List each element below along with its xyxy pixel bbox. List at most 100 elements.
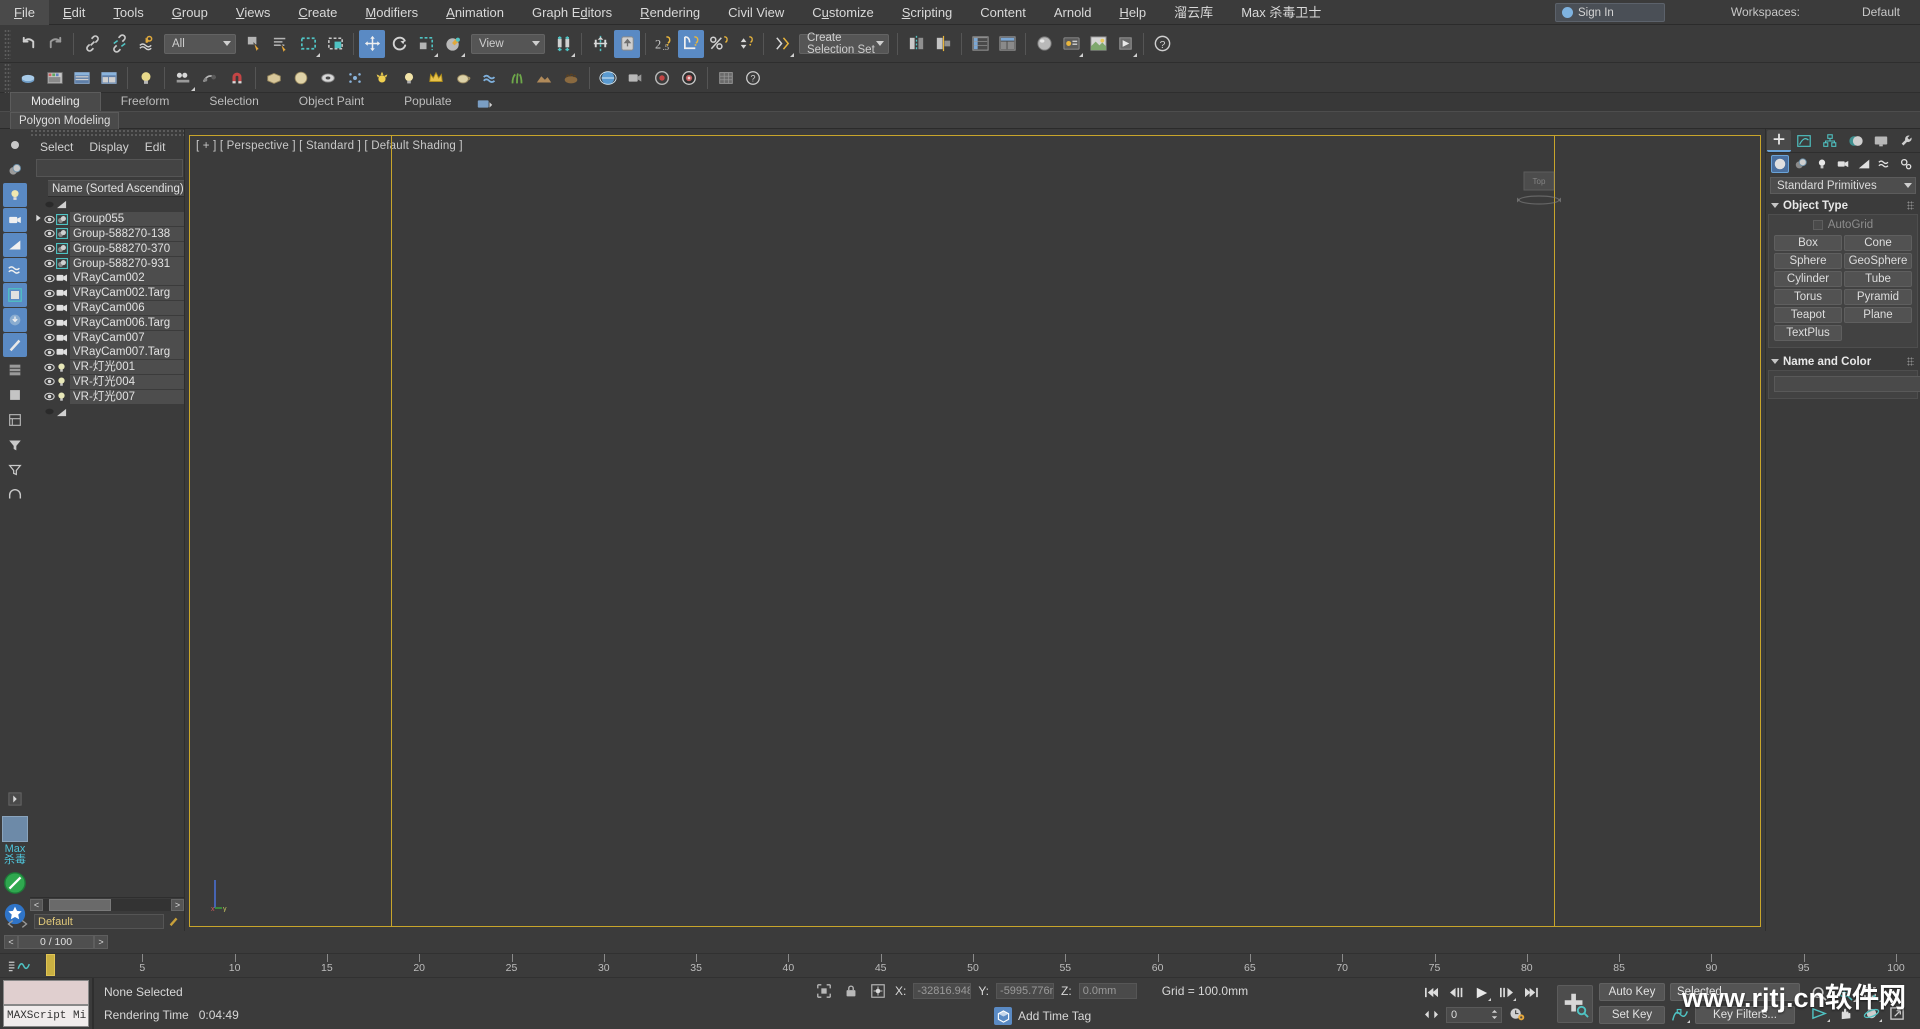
zoom-extents-icon[interactable] <box>15 64 41 92</box>
filter-cameras-icon[interactable] <box>3 208 27 232</box>
menu-animation[interactable]: Animation <box>432 0 518 25</box>
sign-in-button[interactable]: Sign In <box>1555 3 1665 22</box>
workspaces-value[interactable]: Default <box>1862 0 1900 25</box>
explorer-row[interactable]: VR-灯光004 <box>30 374 184 390</box>
teapot-icon[interactable] <box>450 64 476 92</box>
category-geometry-icon[interactable] <box>1770 155 1789 173</box>
explorer-horizontal-scrollbar[interactable]: < > <box>30 897 184 911</box>
redo-icon[interactable] <box>42 30 68 58</box>
snapshot-icon[interactable] <box>170 64 196 92</box>
primitive-pyramid-button[interactable]: Pyramid <box>1844 289 1912 305</box>
fur-icon[interactable] <box>558 64 584 92</box>
explorer-row-name[interactable]: Group-588270-931 <box>70 256 184 271</box>
explorer-row[interactable]: VR-灯光007 <box>30 389 184 404</box>
menu-civil-view[interactable]: Civil View <box>714 0 798 25</box>
explorer-menu-display[interactable]: Display <box>89 140 128 154</box>
ribbon-tab-object-paint[interactable]: Object Paint <box>279 93 384 111</box>
toggle-scene-explorer-icon[interactable]: 2.5 <box>651 30 677 58</box>
align-tool-icon[interactable] <box>930 30 956 58</box>
filter-funnel-icon[interactable] <box>3 458 27 482</box>
explorer-row[interactable]: VRayCam006 <box>30 300 184 316</box>
visibility-eye-icon[interactable] <box>43 407 55 416</box>
antivirus-shield-green-icon[interactable] <box>1 869 29 897</box>
explorer-row-name[interactable]: VRayCam007 <box>70 330 184 345</box>
explorer-grip[interactable] <box>30 129 184 137</box>
create-selection-set-combo[interactable]: Create Selection Set <box>799 32 889 56</box>
go-to-start-icon[interactable] <box>1421 985 1441 1001</box>
primitive-sphere-button[interactable]: Sphere <box>1774 253 1842 269</box>
explorer-row[interactable]: VRayCam002 <box>30 271 184 286</box>
play-animation-icon[interactable] <box>1471 985 1491 1001</box>
terrain-icon[interactable] <box>531 64 557 92</box>
toggle-layer-explorer-icon[interactable] <box>678 29 704 58</box>
omni-light-icon[interactable] <box>396 64 422 92</box>
filter-bones-icon[interactable] <box>3 333 27 357</box>
drag-dots-icon[interactable] <box>1907 201 1914 210</box>
object-type-header[interactable]: Object Type <box>1768 197 1918 214</box>
explorer-row[interactable] <box>30 197 184 212</box>
sphere-primitive-icon[interactable] <box>288 64 314 92</box>
explorer-row-name[interactable]: VRayCam006.Targ <box>70 315 184 330</box>
display-mode-icon[interactable] <box>3 358 27 382</box>
x-coordinate-field[interactable]: -32816.948 <box>913 983 972 999</box>
select-by-name-icon[interactable] <box>268 30 294 58</box>
help-secondary-icon[interactable]: ? <box>740 64 766 92</box>
primitive-plane-button[interactable]: Plane <box>1844 307 1912 323</box>
explorer-row-name[interactable]: Group-588270-370 <box>70 241 184 256</box>
frame-display[interactable]: 0 / 100 <box>18 935 94 949</box>
ribbon-tab-populate[interactable]: Populate <box>384 93 471 111</box>
menu-views[interactable]: Views <box>222 0 284 25</box>
primitive-box-button[interactable]: Box <box>1774 235 1842 251</box>
magnet-icon[interactable] <box>224 64 250 92</box>
autogrid-checkbox[interactable] <box>1812 220 1823 230</box>
visibility-eye-icon[interactable] <box>43 363 55 372</box>
add-time-tag-icon[interactable] <box>994 1007 1012 1025</box>
primitive-cylinder-button[interactable]: Cylinder <box>1774 271 1842 287</box>
filter-xrefs-icon[interactable] <box>3 308 27 332</box>
track-bar-ruler[interactable]: 0510152025303540455055606570758085909510… <box>40 954 1920 977</box>
explorer-row[interactable]: VRayCam002.Targ <box>30 286 184 301</box>
scroll-thumb[interactable] <box>49 898 111 911</box>
selection-lock-toggle-icon[interactable] <box>841 982 861 1000</box>
scroll-right-button[interactable]: > <box>171 898 184 911</box>
drag-dots-icon-2[interactable] <box>1907 357 1914 366</box>
reference-coordinate-combo[interactable]: View <box>471 33 545 54</box>
maxscript-input-pane[interactable]: MAXScript Mi <box>3 1005 89 1027</box>
ribbon-options-icon[interactable] <box>472 96 498 111</box>
time-configuration-icon[interactable] <box>1507 1007 1527 1023</box>
render-setup-icon[interactable] <box>1058 30 1084 58</box>
frame-prev-button[interactable]: < <box>4 935 18 949</box>
current-frame-spinner[interactable]: 0 <box>1446 1006 1502 1023</box>
filter-groups-icon[interactable] <box>3 283 27 307</box>
category-lights-icon[interactable] <box>1813 155 1831 173</box>
explorer-row[interactable]: Group055 <box>30 212 184 227</box>
material-swatch[interactable] <box>2 816 28 842</box>
primitive-torus-button[interactable]: Torus <box>1774 289 1842 305</box>
explorer-row[interactable]: Group-588270-370 <box>30 241 184 256</box>
menu-edit[interactable]: Edit <box>49 0 99 25</box>
explorer-row-name[interactable] <box>70 405 184 419</box>
render-frame-icon[interactable] <box>42 64 68 92</box>
set-key-big-button[interactable] <box>1557 984 1593 1023</box>
scroll-left-button[interactable]: < <box>30 898 43 911</box>
primitive-cone-button[interactable]: Cone <box>1844 235 1912 251</box>
time-slider-handle[interactable] <box>46 954 55 976</box>
primitive-tube-button[interactable]: Tube <box>1844 271 1912 287</box>
explorer-row[interactable]: VRayCam007.Targ <box>30 345 184 360</box>
select-and-rotate-icon[interactable] <box>386 30 412 58</box>
crown-icon[interactable] <box>423 64 449 92</box>
percent-snap-toggle-icon[interactable] <box>705 30 731 58</box>
filter-lights-icon[interactable] <box>3 183 27 207</box>
visibility-eye-icon[interactable] <box>43 318 55 327</box>
tab-display[interactable] <box>1869 130 1893 152</box>
explorer-column-header[interactable]: Name (Sorted Ascending) <box>48 180 184 197</box>
grid-toggle-icon[interactable] <box>713 64 739 92</box>
explorer-row-name[interactable]: VR-灯光001 <box>70 360 184 375</box>
menu-scripting[interactable]: Scripting <box>888 0 967 25</box>
sunlight-icon[interactable] <box>369 64 395 92</box>
category-cameras-icon[interactable] <box>1834 155 1852 173</box>
select-and-scale-icon[interactable] <box>413 30 439 58</box>
perspective-viewport[interactable]: [ + ] [ Perspective ] [ Standard ] [ Def… <box>189 135 1761 927</box>
menu-rendering[interactable]: Rendering <box>626 0 714 25</box>
tab-create[interactable] <box>1766 129 1791 152</box>
